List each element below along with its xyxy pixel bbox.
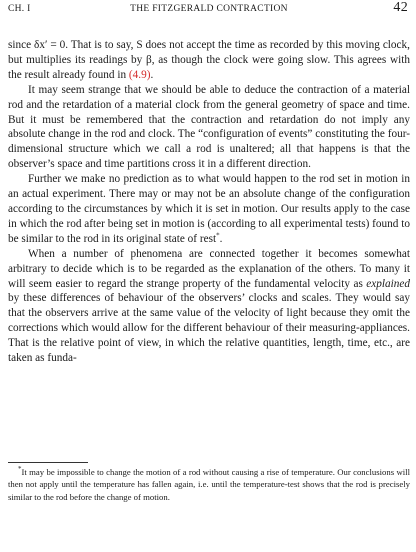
paragraph-1: since δx′ = 0. That is to say, S does no…: [8, 38, 410, 83]
footnote-divider: [8, 462, 88, 463]
page-number: 42: [393, 0, 408, 15]
emphasis-explained: explained: [366, 277, 410, 290]
paragraph-2: It may seem strange that we should be ab…: [8, 83, 410, 171]
paragraph-4-text-b: by these differences of behaviour of the…: [8, 292, 410, 365]
chapter-title: THE FITZGERALD CONTRACTION: [130, 4, 288, 14]
footnote: *It may be impossible to change the moti…: [8, 466, 410, 503]
footnote-text: It may be impossible to change the motio…: [8, 467, 410, 502]
paragraph-3-end: .: [219, 232, 223, 245]
paragraph-3-text: Further we make no prediction as to what…: [8, 173, 410, 245]
equation-reference-link[interactable]: (4.9): [129, 69, 151, 81]
paragraph-1-end: .: [150, 68, 154, 81]
running-head: CH. I THE FITZGERALD CONTRACTION 42: [8, 0, 410, 18]
paragraph-3: Further we make no prediction as to what…: [8, 172, 410, 247]
paragraph-4-text-a: When a number of phenomena are connected…: [8, 247, 410, 290]
paragraph-1-text: since δx′ = 0. That is to say, S does no…: [8, 39, 410, 81]
book-page: CH. I THE FITZGERALD CONTRACTION 42 sinc…: [8, 0, 410, 552]
paragraph-4: When a number of phenomena are connected…: [8, 247, 410, 366]
body-text: since δx′ = 0. That is to say, S does no…: [8, 38, 410, 366]
